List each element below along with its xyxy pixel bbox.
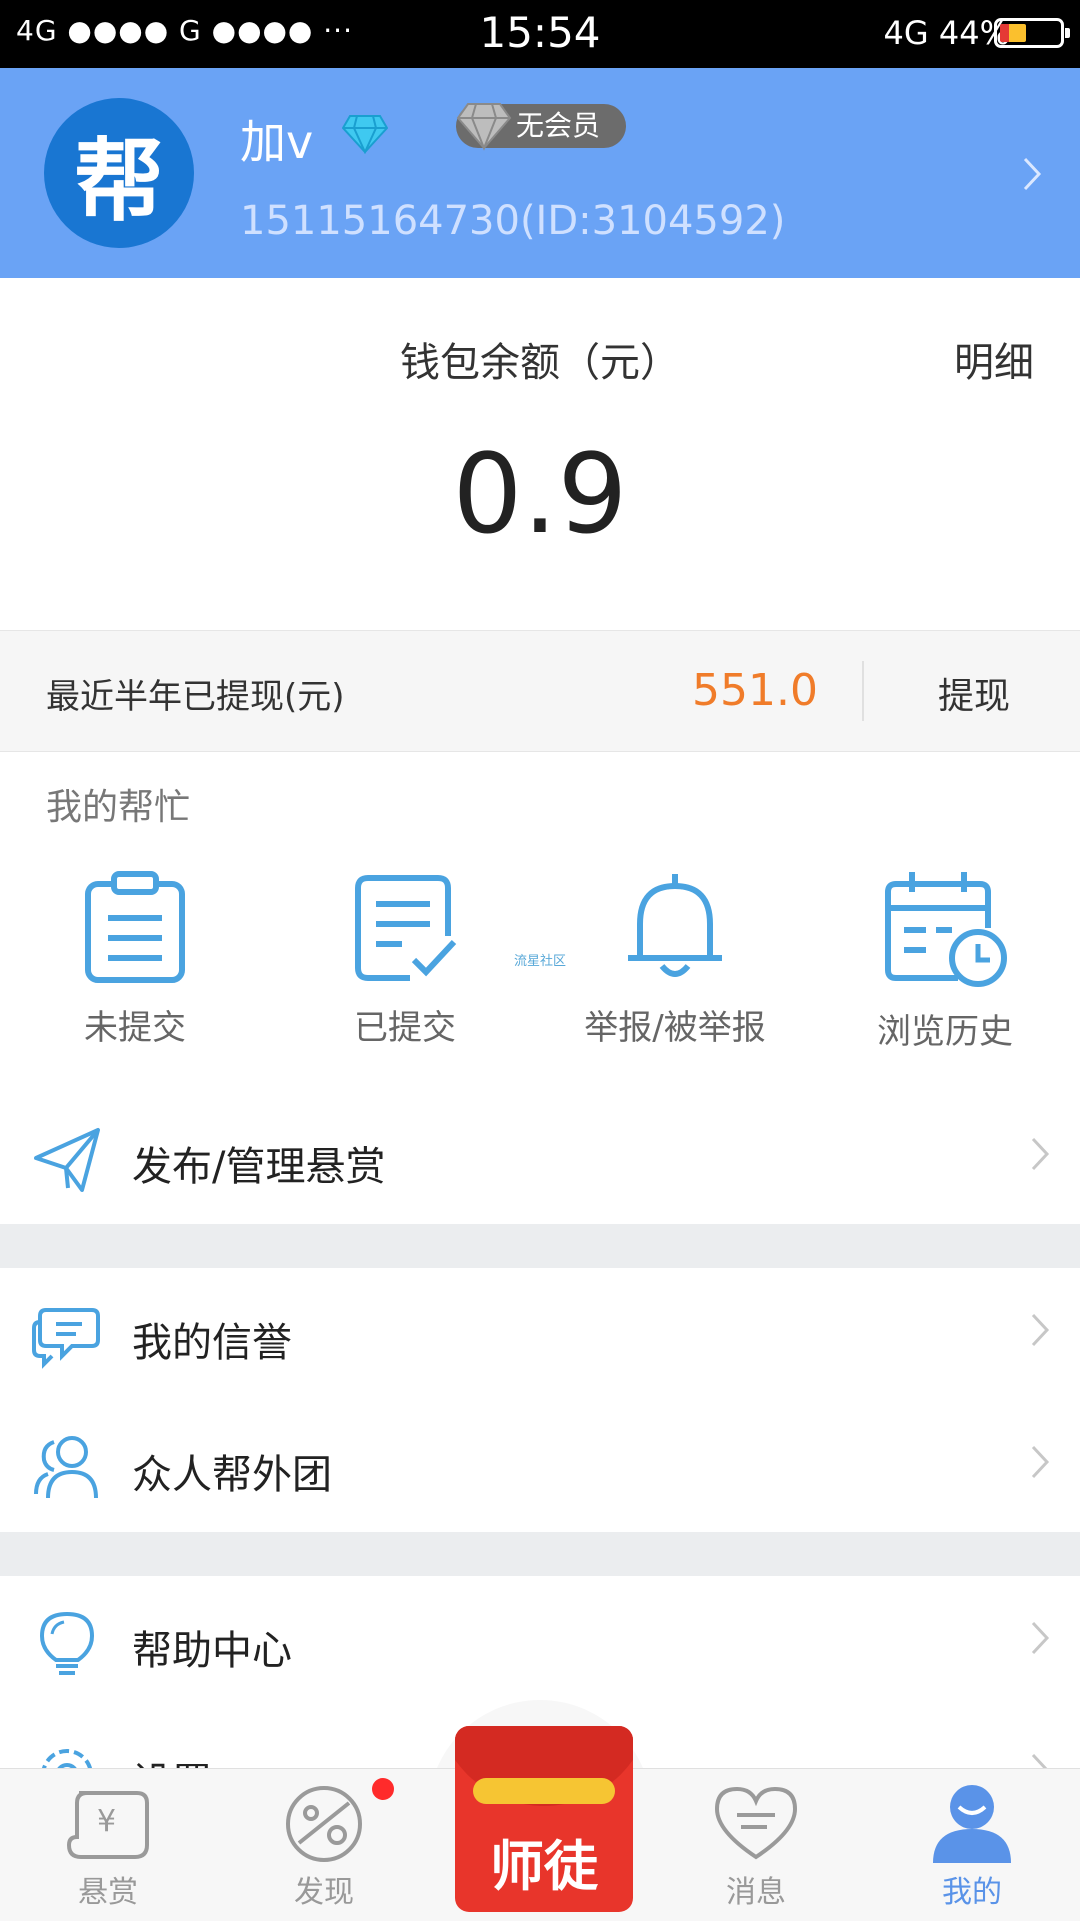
phone-id: 15115164730(ID:3104592) [240, 198, 786, 244]
status-bar: 4G ●●●● G ●●●● ··· 15:54 4G 44% [0, 0, 1080, 68]
heart-chat-icon [714, 1786, 798, 1860]
chevron-right-icon [1023, 157, 1042, 191]
gray-diamond-icon [456, 103, 512, 151]
profile-header[interactable]: 帮 加v 无会员 15115164730(ID:3104592) [0, 68, 1080, 278]
user-icon [933, 1785, 1011, 1863]
my-help-title: 我的帮忙 [46, 787, 191, 828]
chevron-right-icon [1031, 1445, 1050, 1479]
clipboard-icon [85, 871, 185, 983]
withdraw-amount: 551.0 [692, 665, 818, 716]
tab-label: 悬赏 [78, 1875, 138, 1910]
tab-messages[interactable]: 消息 [686, 1783, 826, 1911]
chevron-right-icon [1031, 1313, 1050, 1347]
tab-reward[interactable]: ¥ 悬赏 [38, 1783, 178, 1911]
chat-bubbles-icon [32, 1308, 100, 1369]
membership-badge[interactable]: 无会员 [456, 103, 627, 151]
grid-label: 举报/被举报 [584, 1008, 766, 1048]
chevron-right-icon [1031, 1137, 1050, 1171]
chevron-right-icon [1031, 1621, 1050, 1655]
tab-mine[interactable]: 我的 [902, 1783, 1042, 1911]
grid-item-report[interactable]: 举报/被举报 [540, 870, 810, 1070]
checked-document-icon [355, 875, 457, 981]
user-name: 加v [240, 115, 314, 169]
withdraw-button[interactable]: 提现 [938, 667, 1010, 719]
grid-label: 浏览历史 [877, 1012, 1013, 1052]
watermark-text: 流星社区 [514, 954, 567, 969]
menu-label: 我的信誉 [132, 1320, 292, 1366]
membership-label: 无会员 [516, 109, 601, 142]
wallet-title: 钱包余额（元） [400, 340, 680, 386]
menu-label: 发布/管理悬赏 [132, 1144, 386, 1190]
menu-group[interactable]: 众人帮外团 [0, 1400, 1080, 1533]
menu-my-reputation[interactable]: 我的信誉 [0, 1268, 1080, 1401]
grid-label: 未提交 [84, 1008, 186, 1048]
wallet-detail-link[interactable]: 明细 [954, 330, 1034, 388]
grid-item-submitted[interactable]: 已提交 [270, 870, 540, 1070]
network-battery-text: 4G 44% [883, 14, 1010, 52]
diamond-icon [342, 115, 388, 154]
withdraw-label: 最近半年已提现(元) [46, 677, 345, 717]
paper-plane-icon [34, 1128, 100, 1192]
my-help-grid: 未提交 已提交 举报/被举报 浏览历史 [0, 870, 1080, 1090]
scroll-yen-icon: ¥ [66, 1791, 149, 1859]
red-packet-icon[interactable]: 师徒 [455, 1726, 633, 1912]
grid-item-unsubmitted[interactable]: 未提交 [0, 870, 270, 1070]
divider [862, 661, 864, 721]
wallet-balance: 0.9 [452, 430, 628, 558]
tab-discover[interactable]: 发现 [254, 1783, 394, 1911]
group-icon [34, 1436, 98, 1499]
section-gap [0, 1224, 1080, 1268]
section-gap [0, 1532, 1080, 1576]
menu-help-center[interactable]: 帮助中心 [0, 1576, 1080, 1709]
grid-label: 已提交 [354, 1008, 456, 1048]
menu-publish-manage[interactable]: 发布/管理悬赏 [0, 1092, 1080, 1225]
tab-label: 师徒 [490, 1835, 598, 1898]
withdraw-bar: 最近半年已提现(元) 551.0 提现 [0, 630, 1080, 752]
lightbulb-icon [39, 1611, 95, 1675]
planet-icon [286, 1786, 362, 1862]
avatar[interactable]: 帮 [44, 98, 194, 248]
bell-icon [628, 874, 722, 977]
svg-text:¥: ¥ [97, 1804, 116, 1839]
menu-label: 帮助中心 [132, 1628, 292, 1674]
grid-item-history[interactable]: 浏览历史 [810, 870, 1080, 1070]
menu-label: 众人帮外团 [132, 1452, 332, 1498]
battery-icon [994, 18, 1070, 48]
tab-label: 发现 [294, 1875, 354, 1910]
calendar-clock-icon [885, 872, 1007, 987]
tab-label: 我的 [942, 1875, 1002, 1910]
tab-label: 消息 [726, 1875, 786, 1910]
notification-dot [372, 1778, 394, 1800]
